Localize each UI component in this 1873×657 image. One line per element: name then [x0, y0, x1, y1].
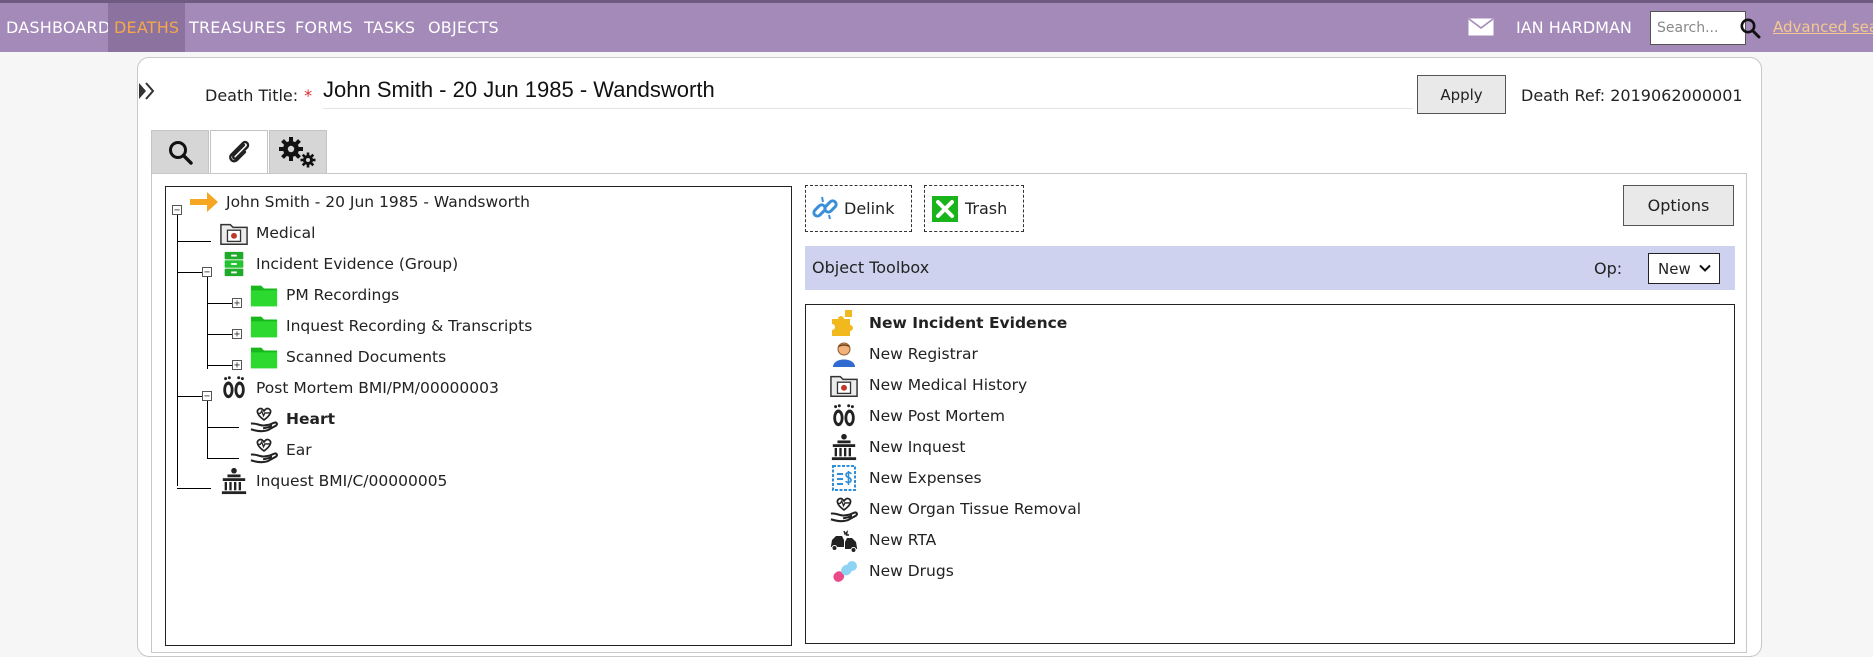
search-input[interactable]	[1650, 11, 1746, 45]
death-title-input[interactable]	[323, 72, 1413, 109]
nav-deaths[interactable]: DEATHS	[108, 3, 186, 52]
tree-node-pm-recordings[interactable]: PM Recordings	[248, 280, 399, 310]
toolbox-new-registrar[interactable]: New Registrar	[829, 337, 978, 371]
green-folder-icon	[248, 280, 280, 310]
nav-treasures[interactable]: TREASURES	[183, 3, 292, 52]
tree-connector	[207, 458, 239, 459]
medical-folder-icon	[829, 370, 859, 400]
op-select[interactable]: New	[1648, 253, 1720, 284]
death-title-label: Death Title: *	[205, 86, 313, 105]
nav-objects[interactable]: OBJECTS	[422, 3, 505, 52]
object-toolbox-list: New Incident Evidence New Registrar New …	[805, 304, 1735, 644]
tree-connector	[177, 210, 178, 486]
tree-node-heart[interactable]: Heart	[248, 404, 335, 434]
courthouse-icon	[218, 466, 250, 496]
gears-icon	[279, 137, 316, 168]
arrow-right-icon	[188, 187, 220, 217]
broken-link-icon	[806, 194, 844, 224]
footprints-icon	[829, 401, 859, 431]
top-nav-bar: DASHBOARD DEATHS TREASURES FORMS TASKS O…	[0, 0, 1873, 52]
receipt-icon	[829, 463, 859, 493]
person-icon	[829, 339, 859, 369]
nav-dashboard[interactable]: DASHBOARD	[0, 3, 116, 52]
tree-node-incident-evidence[interactable]: Incident Evidence (Group)	[218, 249, 458, 279]
organ-hand-icon	[248, 435, 280, 465]
toolbox-new-organ-tissue-removal[interactable]: New Organ Tissue Removal	[829, 492, 1081, 526]
tree-node-medical[interactable]: Medical	[218, 218, 315, 248]
tree-expand-toggle[interactable]: +	[232, 298, 242, 309]
tree-expand-toggle[interactable]: +	[232, 329, 242, 340]
advanced-search-link[interactable]: Advanced search	[1773, 3, 1873, 52]
tree-node-ear[interactable]: Ear	[248, 435, 312, 465]
chevron-down-icon	[1699, 264, 1711, 272]
toolbox-new-incident-evidence[interactable]: New Incident Evidence	[829, 306, 1067, 340]
nav-tasks[interactable]: TASKS	[358, 3, 421, 52]
op-label: Op:	[1594, 259, 1623, 278]
tree-collapse-toggle[interactable]: −	[202, 267, 212, 278]
tree-expand-toggle[interactable]: +	[232, 360, 242, 371]
puzzle-icon	[829, 308, 859, 338]
mail-icon[interactable]	[1468, 18, 1494, 36]
courthouse-icon	[829, 432, 859, 462]
tree-connector	[177, 488, 211, 489]
green-folder-icon	[248, 342, 280, 372]
medical-folder-icon	[218, 218, 250, 248]
toolbox-new-post-mortem[interactable]: New Post Mortem	[829, 399, 1005, 433]
tree-connector	[177, 241, 211, 242]
nav-forms[interactable]: FORMS	[289, 3, 359, 52]
tree-node-inquest-recording[interactable]: Inquest Recording & Transcripts	[248, 311, 532, 341]
paperclip-icon	[229, 140, 250, 163]
pills-icon	[829, 556, 859, 586]
toolbox-new-expenses[interactable]: New Expenses	[829, 461, 982, 495]
delink-button[interactable]: Delink	[805, 185, 912, 232]
trash-x-icon	[925, 195, 965, 223]
object-tree: − − + + + − John Smith - 20 Jun 1985 - W…	[165, 186, 792, 646]
toolbox-new-medical-history[interactable]: New Medical History	[829, 368, 1027, 402]
tree-connector	[207, 277, 208, 369]
tree-node-inquest[interactable]: Inquest BMI/C/00000005	[218, 466, 447, 496]
search-icon[interactable]	[1739, 17, 1761, 39]
organ-hand-icon	[829, 494, 859, 524]
toolbox-new-rta[interactable]: New RTA	[829, 523, 936, 557]
toolbox-new-drugs[interactable]: New Drugs	[829, 554, 954, 588]
car-crash-icon	[829, 525, 859, 555]
toolbox-new-inquest[interactable]: New Inquest	[829, 430, 965, 464]
toolbox-title: Object Toolbox	[812, 258, 930, 277]
search-icon	[169, 141, 193, 165]
organ-hand-icon	[248, 404, 280, 434]
tree-node-scanned-documents[interactable]: Scanned Documents	[248, 342, 446, 372]
green-folder-icon	[248, 311, 280, 341]
tree-collapse-toggle[interactable]: −	[172, 205, 182, 216]
options-button[interactable]: Options	[1623, 185, 1734, 226]
tab-search[interactable]	[151, 130, 209, 174]
tree-collapse-toggle[interactable]: −	[202, 391, 212, 402]
trash-button[interactable]: Trash	[924, 185, 1024, 232]
apply-button[interactable]: Apply	[1417, 75, 1506, 114]
footprints-icon	[218, 373, 250, 403]
tree-node-post-mortem[interactable]: Post Mortem BMI/PM/00000003	[218, 373, 499, 403]
object-toolbox-header: Object Toolbox Op: New	[805, 246, 1735, 290]
tab-settings[interactable]	[269, 130, 327, 174]
tab-attachments[interactable]	[210, 130, 268, 174]
tree-connector	[207, 427, 239, 428]
death-ref: Death Ref: 2019062000001	[1521, 86, 1743, 105]
collapse-panel-icon[interactable]	[138, 82, 154, 100]
tree-node-root[interactable]: John Smith - 20 Jun 1985 - Wandsworth	[188, 187, 530, 217]
required-marker: *	[304, 86, 313, 105]
evidence-group-icon	[218, 249, 250, 279]
tree-connector	[207, 401, 208, 459]
user-name[interactable]: IAN HARDMAN	[1516, 3, 1632, 52]
